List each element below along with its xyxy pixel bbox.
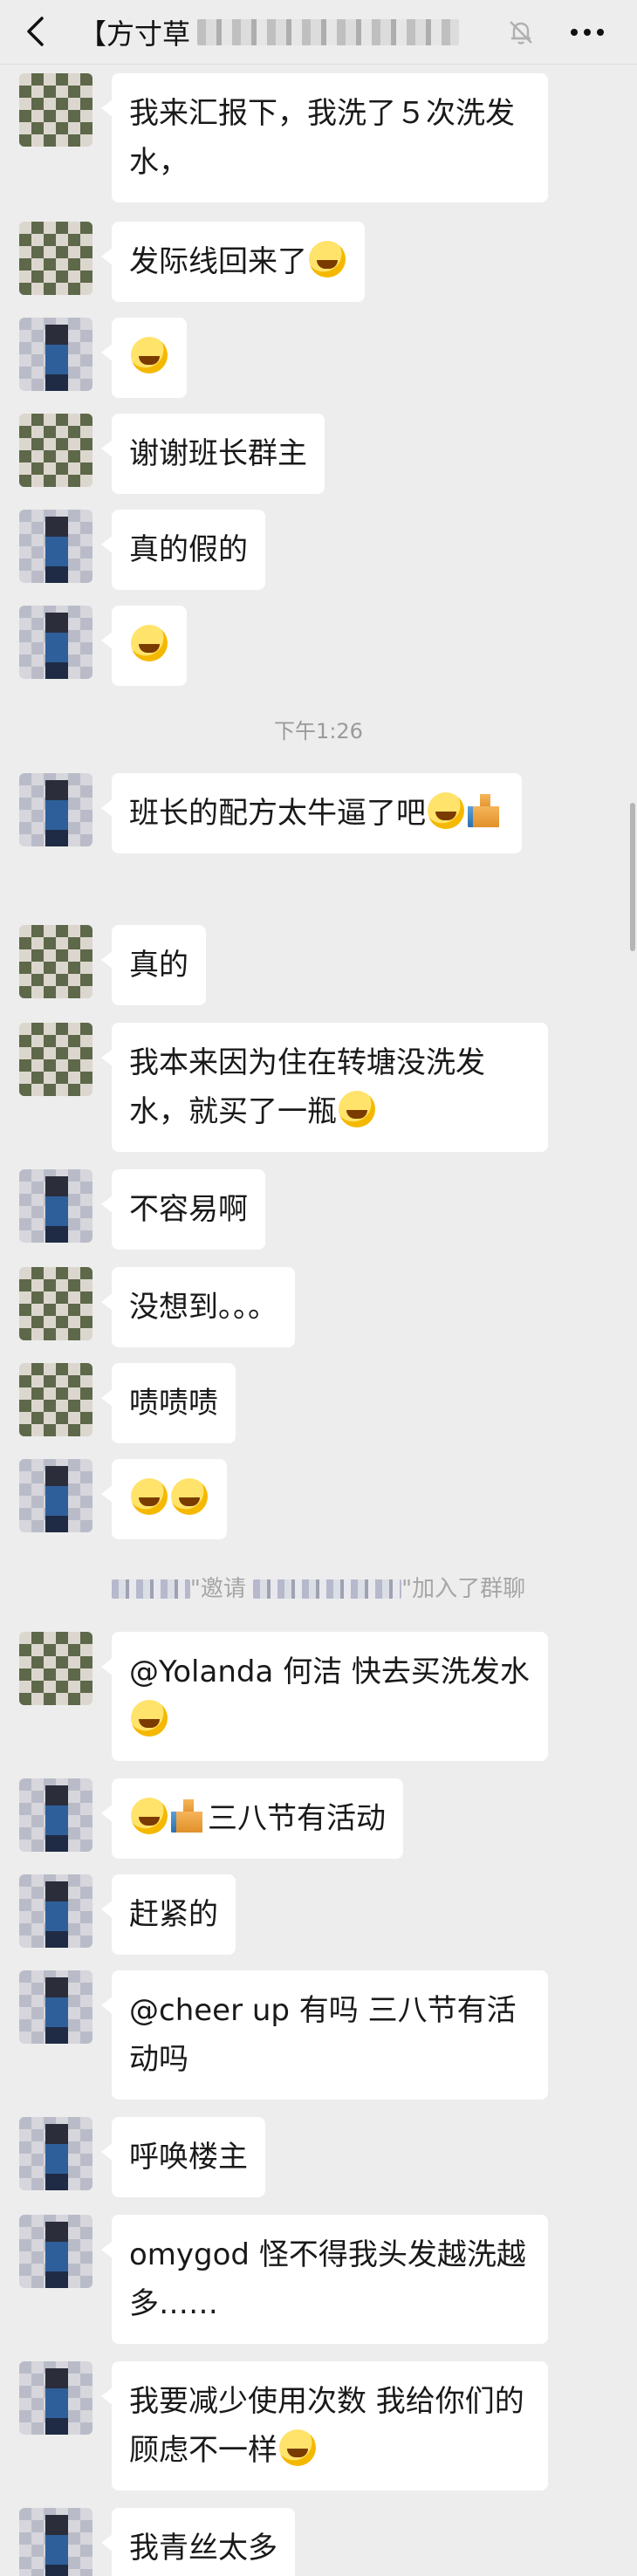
message-text: @Yolanda 何洁 快去买洗发水 <box>129 1655 530 1689</box>
message-bubble[interactable]: 三八节有活动 <box>101 1778 403 1859</box>
grin-emoji-icon <box>309 241 346 277</box>
message-bubble[interactable]: @Yolanda 何洁 快去买洗发水 <box>101 1632 548 1761</box>
avatar[interactable] <box>19 773 92 846</box>
more-dots-icon[interactable] <box>565 19 609 45</box>
message-bubble[interactable]: 赶紧的 <box>101 1874 236 1955</box>
thumbs-up-icon <box>468 792 503 829</box>
message-text: 我本来因为住在转塘没洗发水，就买了一瓶 <box>129 1045 485 1129</box>
chat-header: 【方寸草 <box>0 0 637 65</box>
avatar[interactable] <box>19 1874 92 1948</box>
laugh-cry-emoji-icon <box>339 1091 375 1127</box>
message-bubble[interactable]: 我本来因为住在转塘没洗发水，就买了一瓶 <box>101 1023 548 1152</box>
message-bubble[interactable]: 不容易啊 <box>101 1169 265 1250</box>
message-text: 没想到。。。 <box>129 1290 277 1325</box>
scrollbar[interactable] <box>630 803 635 951</box>
message-text: 班长的配方太牛逼了吧 <box>129 796 426 831</box>
message-text: omygod 怪不得我头发越洗越多…… <box>129 2237 526 2321</box>
message-bubble[interactable]: 没想到。。。 <box>101 1267 295 1347</box>
message-text: 啧啧啧 <box>129 1386 218 1421</box>
message-text: 谢谢班长群主 <box>129 436 307 471</box>
laugh-cry-emoji-icon <box>131 1798 168 1834</box>
message-bubble[interactable] <box>101 606 187 686</box>
smirk-emoji-icon <box>171 1478 208 1515</box>
timestamp: 下午1:26 <box>274 719 363 743</box>
redacted-name <box>111 1579 190 1599</box>
avatar[interactable] <box>19 1459 92 1532</box>
smirk-emoji-icon <box>131 1478 168 1515</box>
thumbs-up-icon <box>171 1798 206 1834</box>
system-note: "邀请 "加入了群聊 <box>0 1571 637 1603</box>
avatar[interactable] <box>19 1632 92 1705</box>
message-text: @cheer up 有吗 三八节有活动吗 <box>129 1993 517 2077</box>
avatar[interactable] <box>19 1267 92 1340</box>
redacted-name <box>253 1579 402 1599</box>
joined-text: "加入了群聊 <box>401 1576 526 1602</box>
message-bubble[interactable]: 谢谢班长群主 <box>101 414 325 494</box>
avatar[interactable] <box>19 2361 92 2435</box>
message-text: 我青丝太多 <box>129 2531 277 2566</box>
message-bubble[interactable]: @cheer up 有吗 三八节有活动吗 <box>101 1970 548 2100</box>
avatar[interactable] <box>19 1169 92 1243</box>
avatar[interactable] <box>19 73 92 147</box>
avatar[interactable] <box>19 1363 92 1436</box>
chat-title-text: 【方寸草 <box>79 17 191 51</box>
avatar[interactable] <box>19 1023 92 1096</box>
message-text: 真的假的 <box>129 532 248 567</box>
avatar[interactable] <box>19 1778 92 1852</box>
avatar[interactable] <box>19 2508 92 2576</box>
message-bubble[interactable]: 真的 <box>101 925 206 1005</box>
smirk-emoji-icon <box>131 625 168 661</box>
message-text: 我来汇报下，我洗了５次洗发水， <box>129 96 515 180</box>
message-text: 赶紧的 <box>129 1897 218 1932</box>
laugh-cry-emoji-icon <box>131 337 168 373</box>
grin-emoji-icon <box>131 1700 168 1737</box>
message-bubble[interactable]: 呼唤楼主 <box>101 2117 265 2197</box>
chevron-left-icon[interactable] <box>17 14 52 49</box>
message-text: 我要减少使用次数 我给你们的顾虑不一样 <box>129 2384 524 2468</box>
message-text: 发际线回来了 <box>129 244 307 279</box>
chat-title: 【方寸草 <box>79 0 489 65</box>
message-bubble[interactable]: 班长的配方太牛逼了吧 <box>101 773 522 853</box>
message-text: 真的 <box>129 948 188 983</box>
avatar[interactable] <box>19 510 92 583</box>
message-bubble[interactable]: 真的假的 <box>101 510 265 590</box>
avatar[interactable] <box>19 2215 92 2288</box>
avatar[interactable] <box>19 2117 92 2190</box>
avatar[interactable] <box>19 1970 92 2044</box>
message-bubble[interactable]: 我要减少使用次数 我给你们的顾虑不一样 <box>101 2361 548 2490</box>
laugh-cry-emoji-icon <box>279 2429 316 2466</box>
message-bubble[interactable]: 发际线回来了 <box>101 222 365 302</box>
avatar[interactable] <box>19 222 92 295</box>
message-text: 呼唤楼主 <box>129 2140 248 2175</box>
message-bubble[interactable] <box>101 1459 227 1539</box>
avatar[interactable] <box>19 925 92 998</box>
message-bubble[interactable] <box>101 318 187 398</box>
message-bubble[interactable]: 我来汇报下，我洗了５次洗发水， <box>101 73 548 202</box>
message-bubble[interactable]: 啧啧啧 <box>101 1363 236 1443</box>
message-text: 三八节有活动 <box>208 1801 386 1836</box>
avatar[interactable] <box>19 414 92 487</box>
message-bubble[interactable]: 我青丝太多 <box>101 2508 295 2576</box>
laugh-cry-emoji-icon <box>428 792 464 829</box>
avatar[interactable] <box>19 606 92 679</box>
avatar[interactable] <box>19 318 92 391</box>
redacted-title <box>197 19 460 45</box>
message-bubble[interactable]: omygod 怪不得我头发越洗越多…… <box>101 2215 548 2344</box>
invite-text: "邀请 <box>189 1576 246 1602</box>
message-text: 不容易啊 <box>129 1192 248 1227</box>
bell-off-icon <box>506 17 536 47</box>
